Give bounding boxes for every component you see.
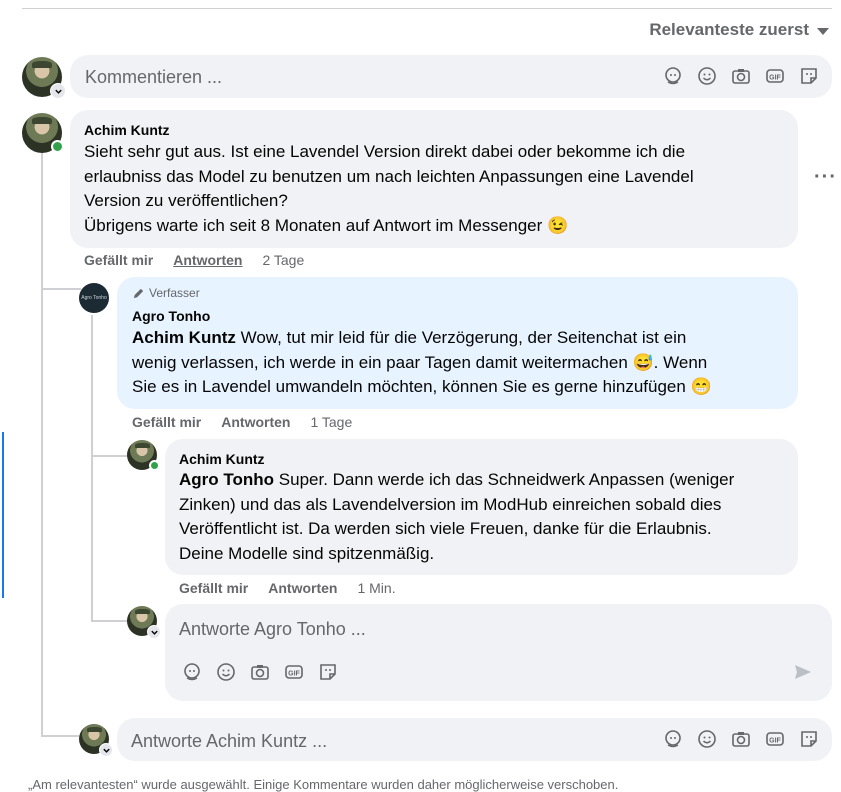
comment-line: Zinken) und das als Lavendelversion im M… (179, 494, 722, 514)
emoji-icon[interactable] (696, 728, 718, 750)
comment-line: Sie es in Lavendel umwandeln möchten, kö… (132, 377, 712, 396)
send-icon[interactable] (792, 661, 814, 683)
sticker-icon[interactable] (317, 661, 339, 683)
comment-input-placeholder: Kommentieren ... (85, 67, 223, 87)
reply-input-placeholder: Antworte Achim Kuntz ... (131, 731, 328, 751)
chevron-down-icon[interactable] (99, 743, 113, 757)
sticker-icon[interactable] (798, 65, 820, 87)
comment-author[interactable]: Agro Tonho (132, 308, 210, 324)
sort-notice: „Am relevantesten“ wurde ausgewählt. Ein… (28, 777, 619, 792)
sort-label: Relevanteste zuerst (649, 20, 809, 39)
avatar-logo-text: Agro Tonho (81, 295, 107, 301)
mention-link[interactable]: Agro Tonho (179, 470, 274, 489)
reply-input[interactable]: Antworte Achim Kuntz ... GIF (117, 718, 832, 761)
comment-line: Übrigens warte ich seit 8 Monaten auf An… (84, 215, 569, 235)
avatar[interactable] (22, 113, 64, 153)
comment-bubble: Achim Kuntz Sieht sehr gut aus. Ist eine… (70, 110, 798, 248)
gif-icon[interactable]: GIF (764, 728, 786, 750)
timestamp[interactable]: 1 Tage (310, 414, 352, 430)
svg-text:GIF: GIF (769, 738, 781, 745)
gif-icon[interactable]: GIF (764, 65, 786, 87)
chevron-down-icon[interactable] (147, 625, 161, 639)
pencil-icon (133, 288, 144, 298)
svg-text:GIF: GIF (769, 75, 781, 82)
like-button[interactable]: Gefällt mir (132, 414, 201, 430)
reply-button[interactable]: Antworten (268, 580, 337, 596)
emoji-icon[interactable] (696, 65, 718, 87)
reply-input-placeholder: Antworte Agro Tonho ... (179, 619, 366, 639)
chevron-down-icon[interactable] (50, 83, 66, 99)
avatar-sticker-icon[interactable] (181, 661, 203, 683)
comment-text: Achim Kuntz Wow, tut mir leid für die Ve… (132, 326, 712, 400)
divider (22, 8, 832, 9)
author-badge-label: Verfasser (149, 286, 200, 300)
sticker-icon[interactable] (798, 728, 820, 750)
thread-connector (91, 620, 127, 622)
avatar[interactable] (127, 606, 161, 639)
comment-line: Deine Modelle sind spitzenmäßig. (179, 543, 435, 563)
avatar[interactable] (127, 440, 160, 471)
author-badge: Verfasser (132, 286, 200, 300)
online-status (149, 460, 160, 471)
reply-button[interactable]: Antworten (173, 252, 242, 268)
more-icon[interactable]: ··· (814, 166, 837, 189)
like-button[interactable]: Gefällt mir (179, 580, 248, 596)
online-status (51, 140, 64, 153)
comment-text: Sieht sehr gut aus. Ist eine Lavendel Ve… (84, 140, 694, 238)
camera-icon[interactable] (249, 661, 271, 683)
comment-input[interactable]: Kommentieren ... GIF (70, 55, 832, 98)
thread-connector (41, 735, 79, 737)
comment-line: wenig verlassen, ich werde in ein paar T… (132, 352, 708, 372)
comment-bubble: Achim Kuntz Agro Tonho Super. Dann werde… (165, 439, 798, 575)
comment-line: Veröffentlicht ist. Da werden sich viele… (179, 519, 712, 538)
timestamp[interactable]: 2 Tage (262, 252, 304, 268)
emoji-icon[interactable] (215, 661, 237, 683)
caret-down-icon (817, 27, 829, 35)
comment-author[interactable]: Achim Kuntz (179, 451, 265, 467)
thread-connector (41, 288, 81, 290)
comment-line: Super. Dann werde ich das Schneidwerk An… (274, 470, 735, 489)
thread-connector (91, 455, 127, 457)
reply-input[interactable]: Antworte Agro Tonho ... GIF (165, 604, 832, 701)
comment-line: erlaubniss das Model zu benutzen um nach… (84, 166, 694, 186)
avatar-sticker-icon[interactable] (662, 65, 684, 87)
svg-text:GIF: GIF (288, 671, 300, 678)
timestamp[interactable]: 1 Min. (357, 580, 395, 596)
comment-author[interactable]: Achim Kuntz (84, 122, 170, 138)
reply-button[interactable]: Antworten (221, 414, 290, 430)
comment-line: Wow, tut mir leid für die Verzögerung, d… (235, 328, 687, 347)
comment-actions: Gefällt mir Antworten 1 Tage (132, 414, 352, 430)
thread-line (91, 315, 93, 620)
like-button[interactable]: Gefällt mir (84, 252, 153, 268)
gif-icon[interactable]: GIF (283, 661, 305, 683)
comment-actions: Gefällt mir Antworten 2 Tage (84, 252, 304, 268)
avatar[interactable]: Agro Tonho (79, 283, 109, 313)
sort-dropdown[interactable]: Relevanteste zuerst (649, 20, 829, 40)
focus-indicator (2, 432, 4, 598)
avatar[interactable] (22, 57, 66, 99)
camera-icon[interactable] (730, 728, 752, 750)
comment-text: Agro Tonho Super. Dann werde ich das Sch… (179, 468, 734, 566)
comment-line: Sieht sehr gut aus. Ist eine Lavendel Ve… (84, 142, 686, 161)
avatar-sticker-icon[interactable] (662, 728, 684, 750)
comment-line: Version zu veröffentlichen? (84, 191, 288, 210)
thread-line (41, 152, 43, 737)
camera-icon[interactable] (730, 65, 752, 87)
mention-link[interactable]: Achim Kuntz (132, 328, 236, 347)
comment-bubble: Verfasser Agro Tonho Achim Kuntz Wow, tu… (117, 277, 798, 409)
comment-actions: Gefällt mir Antworten 1 Min. (179, 580, 396, 596)
avatar[interactable] (79, 724, 113, 757)
